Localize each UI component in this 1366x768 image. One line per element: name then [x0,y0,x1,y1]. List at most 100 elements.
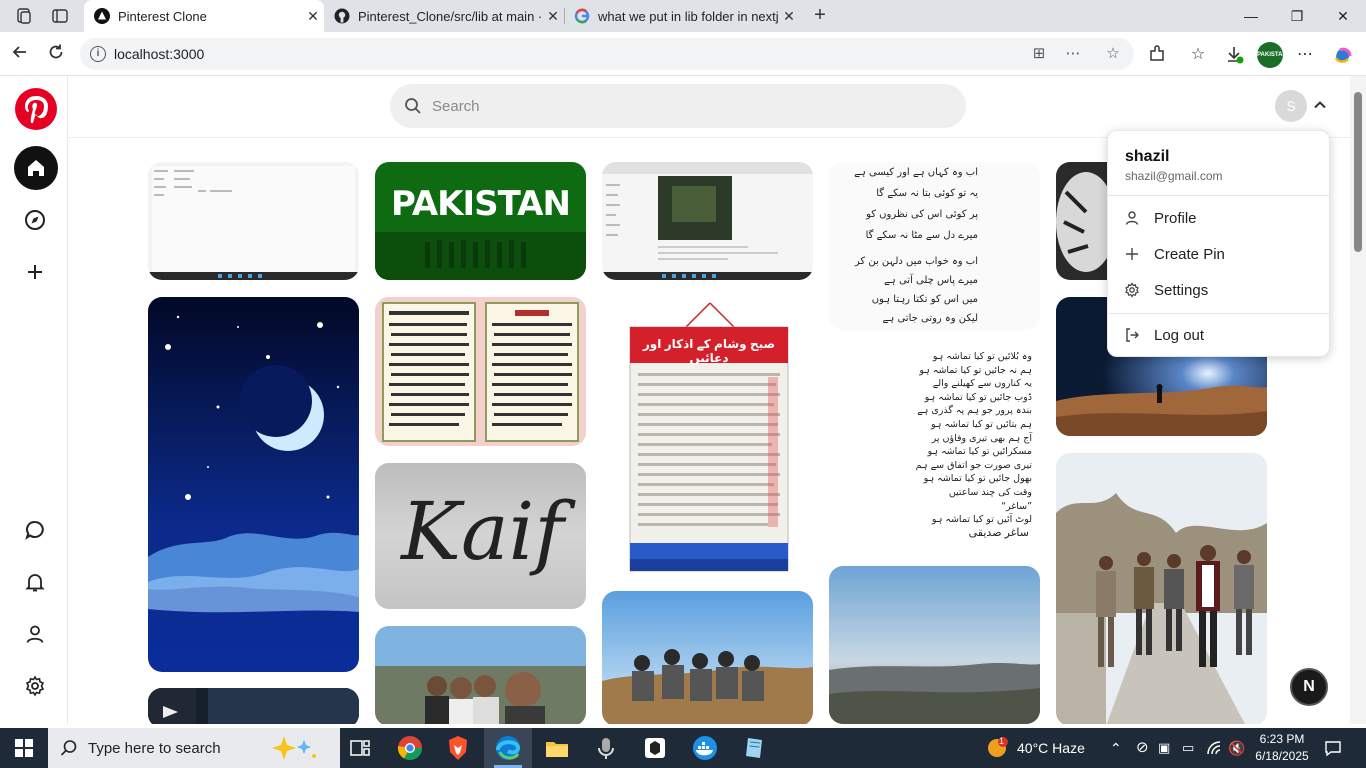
pin-friends-selfie[interactable] [375,626,586,724]
page-scrollbar[interactable] [1350,76,1366,724]
tab-title: what we put in lib folder in nextjs [598,8,778,24]
pinterest-logo[interactable] [15,88,57,130]
downloads-icon[interactable] [1223,44,1245,66]
apps-icon[interactable]: ⊞ [1030,45,1048,63]
pin-instagram-screenshot[interactable] [602,162,813,280]
pin-city-view[interactable] [829,566,1040,724]
dropdown-username: shazil [1125,148,1170,165]
settings-more-icon[interactable]: ⋯ [1294,44,1316,66]
pin-kaif-signature[interactable]: Kaif [375,463,586,609]
pin-azkar-scroll[interactable]: صبح وشام کے اذکار اور دعائیں [602,297,813,575]
restore-button[interactable]: ❐ [1274,0,1320,32]
onedrive-icon[interactable]: ⊘ [1136,728,1149,768]
more-page-actions-icon[interactable]: ⋯ [1064,45,1082,63]
pin-screenshot-settings[interactable] [148,162,359,280]
search-highlight-icon [272,736,316,760]
compass-icon [25,210,45,230]
notification-center-icon[interactable] [1324,739,1342,757]
pin-pakistan[interactable]: PAKISTAN [375,162,586,280]
microphone-app-icon[interactable] [592,734,620,762]
display-icon[interactable]: ▣ [1158,728,1170,768]
volume-icon[interactable]: 🔇 [1228,728,1245,768]
task-view-icon[interactable] [346,734,374,762]
menu-item-settings[interactable]: Settings [1108,273,1329,307]
close-tab-icon[interactable]: ✕ [778,8,800,25]
messages-nav-button[interactable] [17,512,53,548]
chrome-icon[interactable] [396,734,424,762]
new-tab-button[interactable]: + [808,4,832,28]
wifi-icon[interactable] [1206,740,1222,756]
menu-item-profile[interactable]: Profile [1108,201,1329,235]
plus-icon [28,265,42,279]
pin-poem-body: وہ بُلائیں تو کیا تماشہ ہو ہم نہ جائیں ت… [829,350,1040,527]
pin-urdu-poem-2[interactable]: وہ بُلائیں تو کیا تماشہ ہو ہم نہ جائیں ت… [829,346,1040,549]
brave-icon[interactable] [444,734,472,762]
weather-icon[interactable] [985,736,1009,760]
chevron-up-icon[interactable] [1311,96,1329,114]
tab-google-search[interactable]: what we put in lib folder in nextjs ✕ [564,0,800,32]
address-bar[interactable]: i localhost:3000 ⊞ ⋯ ☆ [80,38,1134,70]
home-nav-button[interactable] [14,146,58,190]
refresh-button[interactable] [44,42,68,66]
create-nav-button[interactable] [17,254,53,290]
back-button[interactable] [8,42,32,66]
menu-item-logout[interactable]: Log out [1108,318,1329,352]
show-hidden-icons-icon[interactable]: ⌃ [1110,728,1122,768]
dropdown-divider [1108,195,1329,196]
pin-durood-book[interactable] [375,297,586,446]
close-tab-icon[interactable]: ✕ [542,8,564,25]
pin-image [1056,453,1267,724]
pin-urdu-poem-1[interactable]: اب وہ کہاں ہے اور کیسی ہے یہ تو کوئی بتا… [829,162,1040,330]
close-tab-icon[interactable]: ✕ [302,8,324,25]
nextjs-dev-button[interactable]: N [1290,668,1328,706]
clock-time: 6:23 PM [1259,732,1305,746]
taskbar-search-box[interactable]: Type here to search [48,728,340,768]
search-bar[interactable] [390,84,966,128]
search-input[interactable] [432,97,932,115]
profile-nav-button[interactable] [17,616,53,652]
pin-friends-walking[interactable] [1056,453,1267,724]
file-explorer-icon[interactable] [543,734,571,762]
notes-app-icon[interactable] [740,734,768,762]
favorite-star-icon[interactable]: ☆ [1104,45,1122,63]
pin-image [148,162,359,280]
copilot-icon[interactable] [1332,44,1354,66]
extensions-icon[interactable] [1146,44,1168,66]
workspaces-icon[interactable] [15,7,33,25]
terminal-app-icon[interactable] [641,734,669,762]
explore-nav-button[interactable] [17,202,53,238]
taskbar-search-placeholder: Type here to search [88,739,221,757]
profile-avatar[interactable]: PAKISTAN [1257,42,1287,68]
pin-image [602,591,813,724]
poem-line: میرے دل سے مٹا نہ سکے گا [865,230,978,241]
edge-icon[interactable] [494,734,522,762]
tab-github[interactable]: Pinterest_Clone/src/lib at main · N ✕ [324,0,564,32]
battery-icon[interactable]: ▭ [1182,728,1194,768]
tab-pinterest-clone[interactable]: Pinterest Clone ✕ [84,0,324,32]
refresh-icon [49,44,63,59]
notifications-nav-button[interactable] [17,564,53,600]
pin-moon-night[interactable] [148,297,359,672]
weather-alert-badge: 1 [999,736,1005,746]
url-text: localhost:3000 [114,46,205,62]
close-window-button[interactable]: ✕ [1320,0,1366,32]
weather-text: 40°C Haze [1017,740,1085,756]
scrollbar-thumb[interactable] [1354,92,1362,252]
vertical-tabs-icon[interactable] [51,7,69,25]
poem-line: میرے پاس چلی آتی ہے [884,275,978,286]
pin-image [602,162,813,280]
user-avatar[interactable]: S [1275,90,1307,122]
windows-start-icon[interactable] [15,739,33,757]
menu-item-create-pin[interactable]: Create Pin [1108,237,1329,271]
github-icon [334,8,350,24]
pin-friends-hilltop[interactable] [602,591,813,724]
site-info-icon[interactable]: i [90,46,106,62]
pin-dark-partial[interactable] [148,688,359,724]
minimize-button[interactable]: — [1228,0,1274,32]
pin-image [148,297,359,672]
docker-icon[interactable] [691,734,719,762]
settings-nav-button[interactable] [17,668,53,704]
system-clock[interactable]: 6:23 PM 6/18/2025 [1254,731,1310,765]
favorites-icon[interactable]: ☆ [1187,44,1209,66]
pinterest-p-icon [25,96,48,123]
